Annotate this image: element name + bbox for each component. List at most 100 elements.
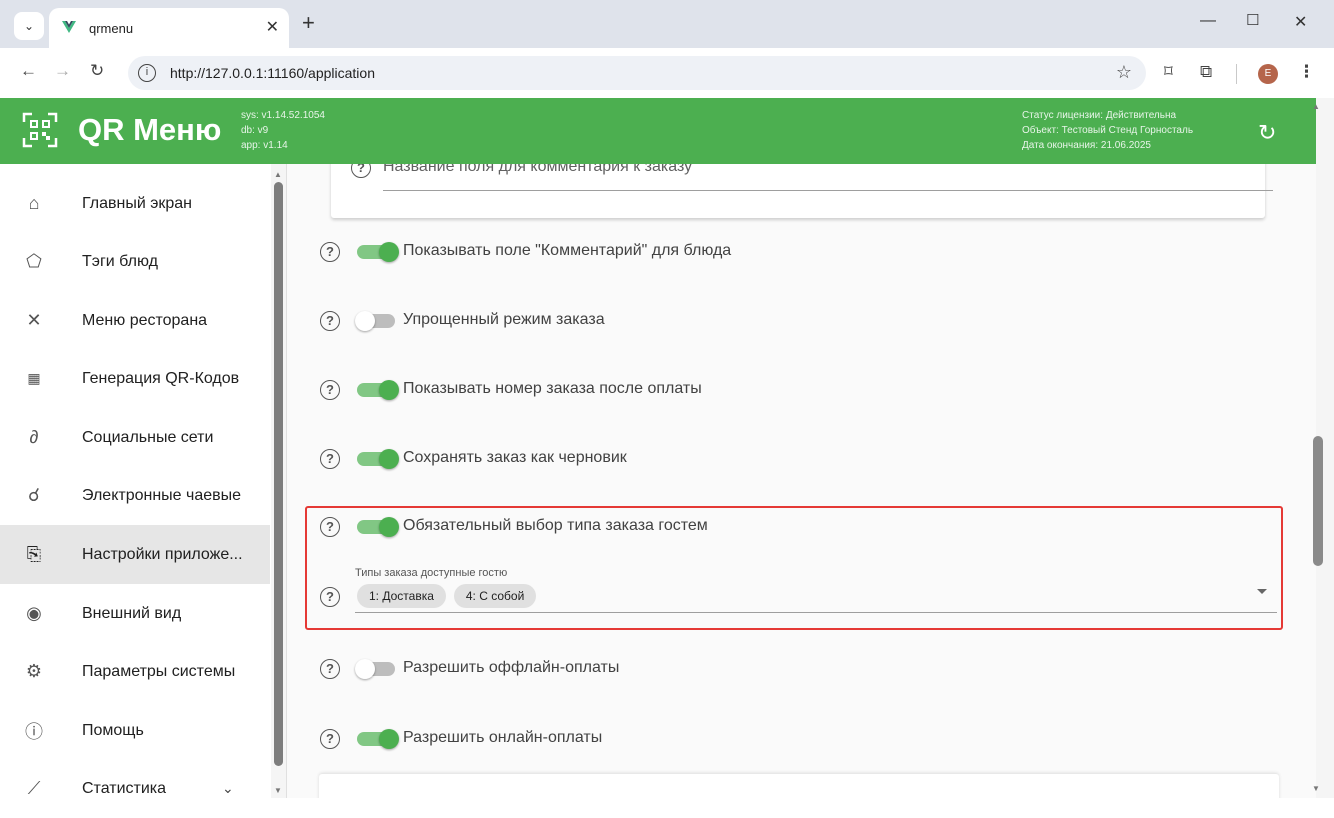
url-field[interactable]: i http://127.0.0.1:11160/application ☆ [128,56,1146,90]
sidebar-item-label: Помощь [82,721,144,739]
sidebar-item-label: Настройки приложе... [82,545,243,563]
order-type-chip[interactable]: 1: Доставка [357,584,446,608]
sidebar-item-label: Параметры системы [82,662,236,680]
tab-title: qrmenu [89,21,134,36]
sidebar-item-tags[interactable]: ⬠ Тэги блюд [0,232,270,291]
online-payments-toggle[interactable] [355,729,399,749]
version-info: sys: v1.14.52.1054 db: v9 app: v1.14 [241,108,325,153]
sys-version: sys: v1.14.52.1054 [241,110,325,121]
order-type-required-toggle[interactable] [355,517,399,537]
sidebar-item-menu[interactable]: ✕ Меню ресторана [0,291,270,350]
screen-capture-icon[interactable]: ⌑ [1164,62,1173,82]
sidebar: ⌂ Главный экран ⬠ Тэги блюд ✕ Меню ресто… [0,164,287,798]
tips-hand-icon: ☌ [27,485,41,505]
toolbar-divider [1236,64,1237,84]
setting-label: Разрешить оффлайн-оплаты [403,659,620,676]
sidebar-item-label: Электронные чаевые [82,486,242,504]
refresh-license-icon[interactable]: ↻ [1258,120,1276,146]
help-icon[interactable]: ? [320,242,340,262]
eye-icon: ◉ [26,603,42,623]
setting-row-order-type-required: ? Обязательный выбор типа заказа гостем [287,512,1287,542]
setting-row-simple-order: ? Упрощенный режим заказа [287,306,1287,336]
sidebar-item-label: Социальные сети [82,428,214,446]
sidebar-item-label: Меню ресторана [82,311,208,329]
extensions-icon[interactable]: ⧉ [1200,62,1212,82]
setting-label: Обязательный выбор типа заказа гостем [403,517,708,534]
forward-icon[interactable]: → [54,61,71,81]
comment-settings-card: ? Название поля для комментария к заказу [331,164,1273,218]
setting-label: Упрощенный режим заказа [403,311,605,328]
sidebar-item-appearance[interactable]: ◉ Внешний вид [0,584,270,643]
gear-icon: ⚙ [25,661,43,681]
setting-row-dish-comment: ? Показывать поле "Комментарий" для блюд… [287,237,1287,267]
help-icon[interactable]: ? [320,311,340,331]
browser-address-bar: ← → ↻ i http://127.0.0.1:11160/applicati… [0,48,1334,98]
app-brand[interactable]: QR Меню [78,112,221,148]
license-info: Статус лицензии: Действительна Объект: Т… [1022,108,1193,153]
profile-avatar[interactable]: E [1258,64,1278,84]
license-status: Статус лицензии: Действительна [1022,110,1177,121]
tab-search-button[interactable]: ⌄ [14,12,44,40]
help-icon[interactable]: ? [320,587,340,607]
sidebar-item-system[interactable]: ⚙ Параметры системы [0,642,270,701]
page-scroll-up-icon[interactable]: ▲ [1312,102,1320,111]
sidebar-item-tips[interactable]: ☌ Электронные чаевые [0,466,270,525]
browser-menu-icon[interactable]: ⋮ [1298,62,1315,82]
help-icon: ⓘ [25,721,43,742]
page-scroll-down-icon[interactable]: ▼ [1312,784,1320,793]
sidebar-item-app-settings[interactable]: ⎘ Настройки приложе... [0,525,270,584]
setting-label: Разрешить онлайн-оплаты [403,729,603,746]
reload-icon[interactable]: ↻ [90,61,104,81]
browser-tab[interactable]: qrmenu ✕ [49,8,289,48]
help-icon[interactable]: ? [351,164,371,178]
sidebar-item-label: Тэги блюд [82,252,158,270]
setting-row-online-payments: ? Разрешить онлайн-оплаты [287,724,1287,754]
app-settings-icon: ⎘ [26,544,42,564]
chart-icon: ⟋ [27,778,41,798]
help-icon[interactable]: ? [320,659,340,679]
help-icon[interactable]: ? [320,729,340,749]
order-number-toggle[interactable] [355,380,399,400]
cutlery-icon: ✕ [26,310,42,330]
sidebar-item-social[interactable]: ∂ Социальные сети [0,408,270,467]
dish-comment-toggle[interactable] [355,242,399,262]
help-icon[interactable]: ? [320,380,340,400]
back-icon[interactable]: ← [20,61,37,81]
order-types-select[interactable]: 1: Доставка 4: С собой [357,584,537,608]
dropdown-arrow-icon[interactable] [1257,589,1267,594]
url-text: http://127.0.0.1:11160/application [170,65,375,81]
help-icon[interactable]: ? [320,517,340,537]
sidebar-item-label: Внешний вид [82,604,182,622]
app-version: app: v1.14 [241,140,288,151]
comment-field-name-input[interactable]: Название поля для комментария к заказу [383,164,692,176]
sidebar-item-statistics[interactable]: ⟋ Статистика ⌄ [0,759,270,818]
offline-payments-toggle[interactable] [355,659,399,679]
page-scroll-thumb[interactable] [1313,436,1323,566]
qr-code-icon: ▦ [27,370,41,386]
sidebar-scroll-thumb[interactable] [274,182,283,766]
input-underline [383,190,1273,191]
setting-row-offline-payments: ? Разрешить оффлайн-оплаты [287,654,1287,684]
sidebar-scroll-down-icon[interactable]: ▼ [274,786,282,795]
setting-label: Показывать поле "Комментарий" для блюда [403,242,732,259]
save-draft-toggle[interactable] [355,449,399,469]
online-payments-card [319,774,1279,798]
app-header: QR Меню sys: v1.14.52.1054 db: v9 app: v… [0,98,1316,164]
sidebar-scroll-up-icon[interactable]: ▲ [274,170,282,179]
sidebar-item-qr-codes[interactable]: ▦ Генерация QR-Кодов [0,349,270,408]
maximize-icon[interactable]: ☐ [1246,11,1259,29]
minimize-icon[interactable]: — [1200,12,1216,30]
setting-label: Показывать номер заказа после оплаты [403,380,702,397]
new-tab-icon[interactable]: + [302,12,315,34]
tab-close-icon[interactable]: ✕ [266,17,279,37]
simple-order-toggle[interactable] [355,311,399,331]
help-icon[interactable]: ? [320,449,340,469]
sidebar-item-label: Главный экран [82,194,193,212]
select-underline [355,612,1277,613]
sidebar-item-help[interactable]: ⓘ Помощь [0,701,270,760]
order-type-chip[interactable]: 4: С собой [453,584,537,608]
bookmark-star-icon[interactable]: ☆ [1116,62,1132,83]
window-close-icon[interactable]: ✕ [1294,12,1307,32]
sidebar-item-home[interactable]: ⌂ Главный экран [0,174,270,233]
site-info-icon[interactable]: i [138,64,156,82]
